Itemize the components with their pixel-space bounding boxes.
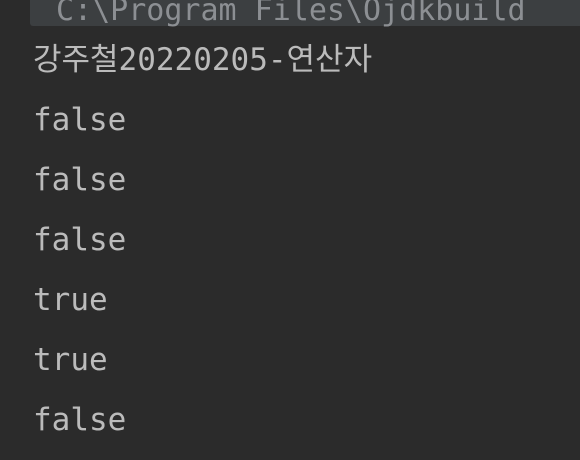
output-line: false — [33, 102, 127, 138]
command-line-text: C:\Program Files\Ojdkbuild — [56, 0, 526, 28]
output-line: false — [33, 162, 127, 198]
output-line: false — [33, 222, 127, 258]
output-line: true — [33, 282, 108, 318]
output-line: true — [33, 342, 108, 378]
output-line-title: 강주철20220205-연산자 — [33, 42, 373, 78]
run-console-output: C:\Program Files\Ojdkbuild 강주철20220205-연… — [0, 0, 580, 460]
output-line: false — [33, 402, 127, 438]
command-line-bar: C:\Program Files\Ojdkbuild — [30, 0, 580, 26]
